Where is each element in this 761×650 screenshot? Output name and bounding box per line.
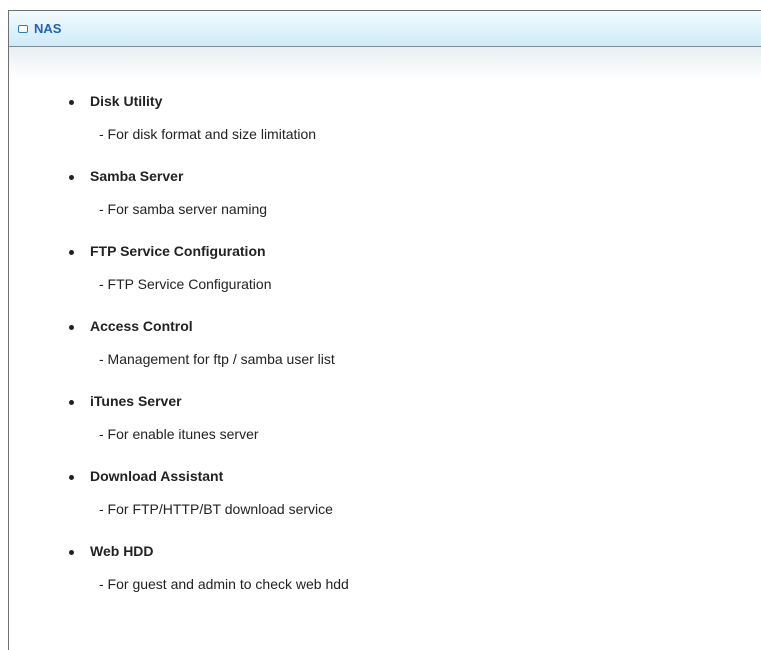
- item-title: Web HDD: [90, 543, 154, 559]
- list-item-ftp-service: FTP Service Configuration - FTP Service …: [9, 243, 761, 318]
- list-item-access-control: Access Control - Management for ftp / sa…: [9, 318, 761, 393]
- window-icon: [18, 24, 28, 33]
- panel-header: NAS: [9, 11, 761, 47]
- bullet-icon: [69, 475, 74, 480]
- item-title: iTunes Server: [90, 393, 182, 409]
- item-title: FTP Service Configuration: [90, 243, 266, 259]
- list-item-samba-server: Samba Server - For samba server naming: [9, 168, 761, 243]
- header-shadow-band: [9, 47, 761, 79]
- item-title: Disk Utility: [90, 93, 163, 109]
- item-title: Access Control: [90, 318, 193, 334]
- item-description: - For FTP/HTTP/BT download service: [99, 501, 333, 517]
- item-title: Download Assistant: [90, 468, 224, 484]
- bullet-icon: [69, 325, 74, 330]
- list-item-itunes-server: iTunes Server - For enable itunes server: [9, 393, 761, 468]
- list-item-web-hdd: Web HDD - For guest and admin to check w…: [9, 543, 761, 618]
- bullet-icon: [69, 250, 74, 255]
- item-description: - For enable itunes server: [99, 426, 259, 442]
- bullet-icon: [69, 175, 74, 180]
- item-title: Samba Server: [90, 168, 184, 184]
- nas-panel: NAS Disk Utility - For disk format and s…: [8, 10, 761, 650]
- bullet-icon: [69, 550, 74, 555]
- bullet-icon: [69, 400, 74, 405]
- item-description: - For guest and admin to check web hdd: [99, 576, 349, 592]
- list-item-download-assistant: Download Assistant - For FTP/HTTP/BT dow…: [9, 468, 761, 543]
- item-description: - Management for ftp / samba user list: [99, 351, 335, 367]
- item-description: - For samba server naming: [99, 201, 268, 217]
- list-item-disk-utility: Disk Utility - For disk format and size …: [9, 93, 761, 168]
- item-description: - For disk format and size limitation: [99, 126, 317, 142]
- panel-title: NAS: [34, 21, 62, 36]
- bullet-icon: [69, 100, 74, 105]
- item-description: - FTP Service Configuration: [99, 276, 272, 292]
- feature-list: Disk Utility - For disk format and size …: [9, 93, 761, 618]
